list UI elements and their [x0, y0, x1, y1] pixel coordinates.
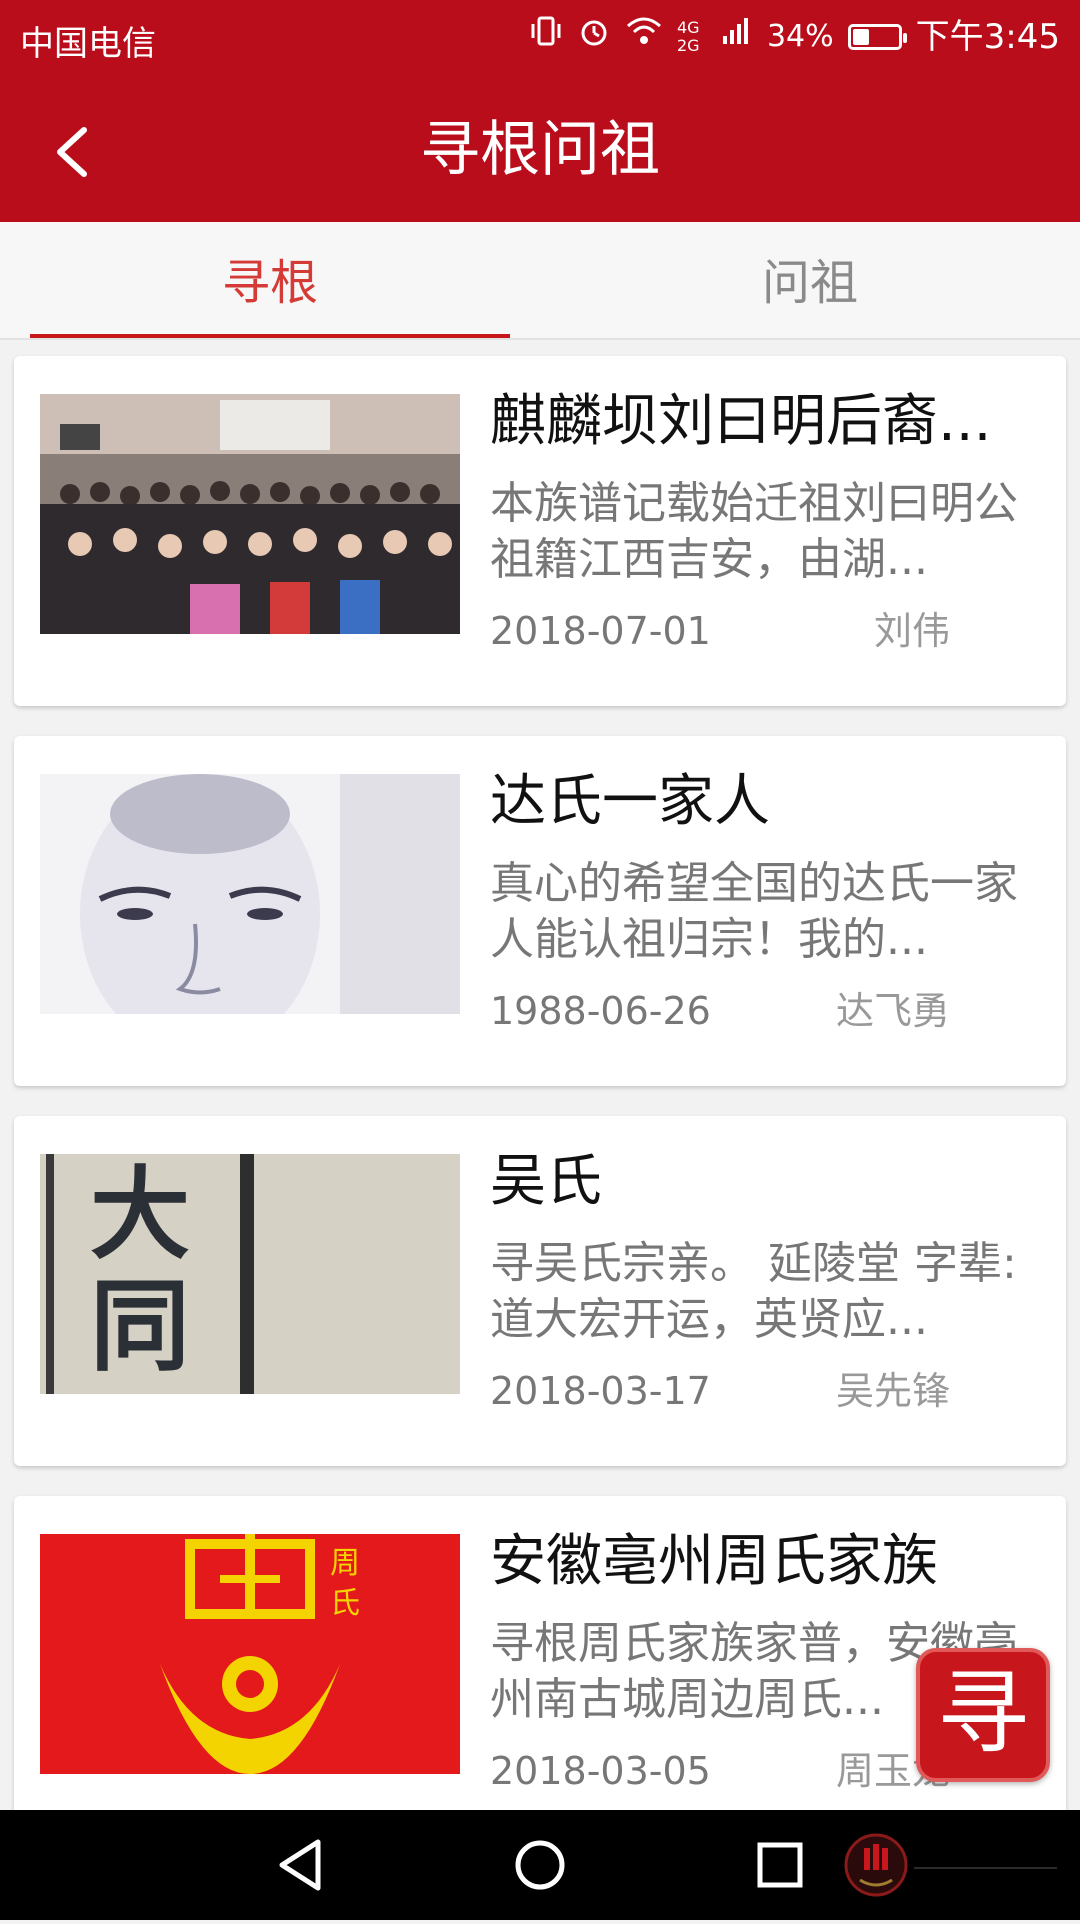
- zhou-emblem-icon: [40, 1534, 460, 1774]
- nav-home-button[interactable]: [510, 1810, 570, 1920]
- tab-wenzu[interactable]: 问祖: [540, 222, 1080, 340]
- post-description: 真心的希望全国的达氏一家人能认祖归宗！我的...: [490, 858, 1018, 965]
- post-thumbnail: 大同: [40, 1154, 460, 1394]
- post-thumbnail: [40, 394, 460, 634]
- system-nav-bar: [0, 1810, 1080, 1920]
- post-description: 本族谱记载始迁祖刘曰明公祖籍江西吉安，由湖...: [490, 478, 1018, 585]
- signal-icon: [721, 16, 753, 57]
- list-item[interactable]: 达氏一家人 真心的希望全国的达氏一家人能认祖归宗！我的... 1988-06-2…: [14, 736, 1066, 1086]
- search-root-fab-button[interactable]: 寻: [916, 1648, 1050, 1782]
- post-title: 吴氏: [490, 1149, 602, 1214]
- watermark-logo: [842, 1810, 1062, 1920]
- post-author: 达飞勇: [835, 989, 950, 1033]
- post-title: 安徽亳州周氏家族: [490, 1529, 938, 1594]
- battery-percent: 34%: [766, 18, 834, 54]
- list-item[interactable]: 大同 吴氏 寻吴氏宗亲。 延陵堂 字辈: 道大宏开运，英贤应... 2018-0…: [14, 1116, 1066, 1466]
- post-description: 寻吴氏宗亲。 延陵堂 字辈: 道大宏开运，英贤应...: [490, 1238, 1017, 1345]
- list-item[interactable]: 周氏 安徽亳州周氏家族 寻根周氏家族家普，安徽亳州南古城周边周氏... 2018…: [14, 1496, 1066, 1810]
- page-title: 寻根问祖: [420, 115, 660, 185]
- nav-recent-button[interactable]: [750, 1810, 810, 1920]
- post-thumbnail: [40, 774, 460, 1014]
- vibrate-icon: [529, 14, 563, 59]
- triangle-left-icon: [279, 1839, 321, 1891]
- app-header: 中国电信 4G 2G 34% 下午3:45 寻根问祖: [0, 0, 1080, 222]
- post-date: 2018-03-05: [490, 1749, 711, 1793]
- post-title: 达氏一家人: [490, 769, 770, 834]
- network-type-label: 4G 2G: [676, 17, 700, 55]
- clock: 下午3:45: [915, 16, 1060, 57]
- post-list: 麒麟坝刘曰明后裔... 本族谱记载始迁祖刘曰明公祖籍江西吉安，由湖... 201…: [0, 340, 1080, 1810]
- carrier-label: 中国电信: [20, 24, 156, 64]
- post-author: 刘伟: [873, 609, 950, 653]
- wifi-icon: [625, 14, 663, 59]
- circle-icon: [515, 1840, 565, 1890]
- post-thumbnail: 周氏: [40, 1534, 460, 1774]
- post-date: 2018-03-17: [490, 1369, 711, 1413]
- post-author: 吴先锋: [835, 1369, 950, 1413]
- post-date: 1988-06-26: [490, 989, 711, 1033]
- tab-xungen[interactable]: 寻根: [0, 222, 540, 340]
- list-item[interactable]: 麒麟坝刘曰明后裔... 本族谱记载始迁祖刘曰明公祖籍江西吉安，由湖... 201…: [14, 356, 1066, 706]
- alarm-icon: [577, 14, 611, 59]
- post-title: 麒麟坝刘曰明后裔...: [490, 389, 992, 454]
- post-date: 2018-07-01: [490, 609, 711, 653]
- nav-back-button[interactable]: [270, 1810, 330, 1920]
- status-bar: 中国电信 4G 2G 34% 下午3:45: [0, 0, 1080, 74]
- battery-icon: [847, 23, 907, 50]
- calligraphy-text: 大同: [90, 1155, 190, 1385]
- seal-side-text: 周氏: [330, 1546, 360, 1621]
- status-icons: 4G 2G 34% 下午3:45: [529, 14, 1060, 59]
- square-icon: [757, 1842, 803, 1888]
- active-tab-indicator: [30, 334, 510, 338]
- tab-bar: 寻根 问祖: [0, 222, 1080, 340]
